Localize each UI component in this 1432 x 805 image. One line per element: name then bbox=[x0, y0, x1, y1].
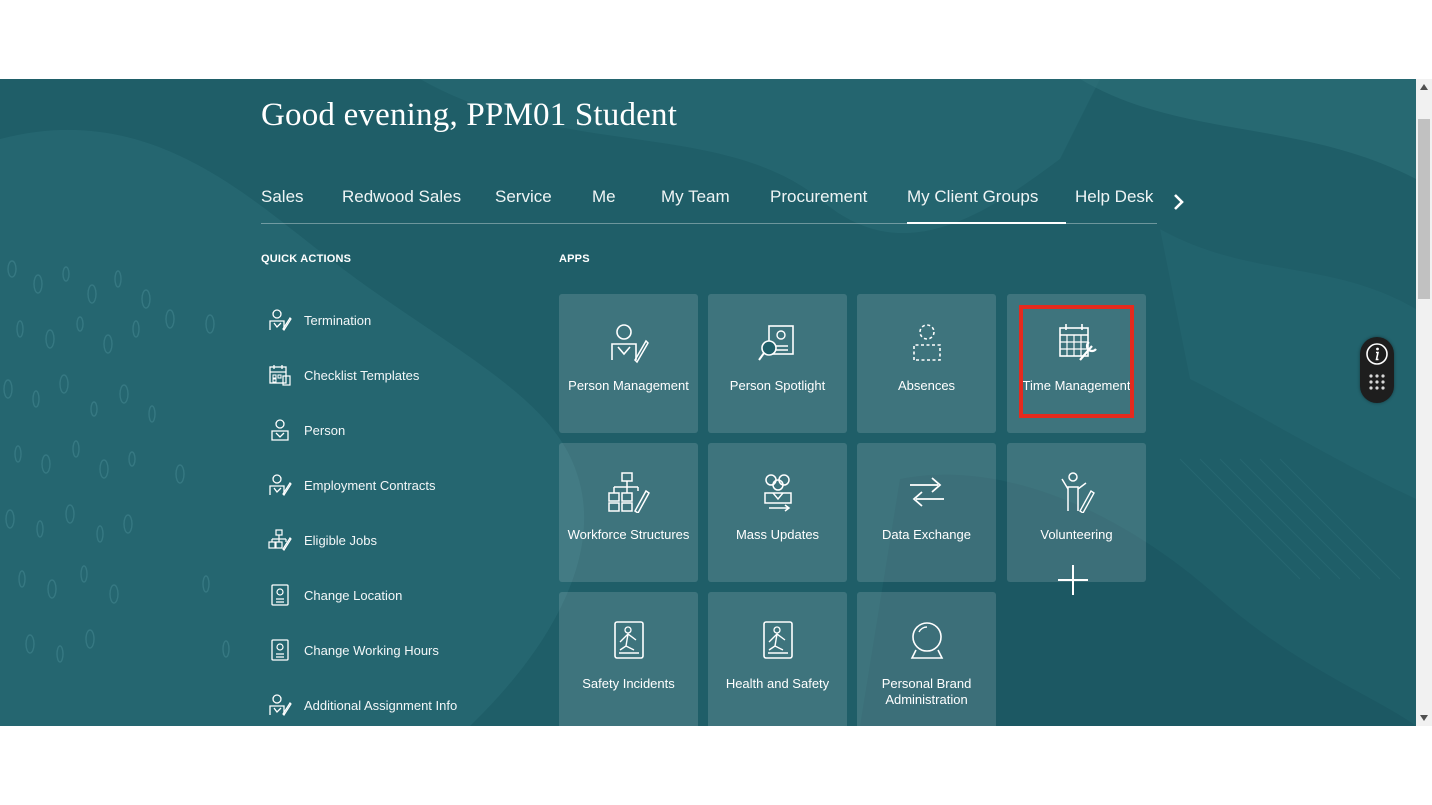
tab-procurement[interactable]: Procurement bbox=[770, 187, 867, 222]
tab-sales[interactable]: Sales bbox=[261, 187, 304, 222]
helper-widget[interactable] bbox=[1360, 337, 1394, 403]
tab-help-desk[interactable]: Help Desk bbox=[1075, 187, 1153, 222]
person-edit-icon bbox=[269, 694, 292, 716]
app-tile-safety-incidents[interactable]: Safety Incidents bbox=[559, 592, 698, 731]
springboard-nav: Sales Redwood Sales Service Me My Team P… bbox=[261, 183, 1157, 224]
plus-icon[interactable] bbox=[1007, 513, 1146, 652]
scrollbar-thumb[interactable] bbox=[1418, 119, 1430, 299]
id-card-icon bbox=[271, 639, 289, 661]
calendar-wrench-icon bbox=[1059, 324, 1097, 361]
quick-action-label: Change Location bbox=[304, 587, 403, 603]
exchange-arrows-icon bbox=[910, 477, 944, 507]
safety-incident-icon bbox=[614, 621, 644, 659]
quick-action-label: Termination bbox=[304, 312, 372, 328]
app-tile-label: Time Management bbox=[1022, 378, 1131, 393]
quick-action-label: Change Working Hours bbox=[304, 642, 439, 658]
quick-action-change-working-hours[interactable]: Change Working Hours bbox=[268, 636, 439, 664]
scroll-down-icon[interactable] bbox=[1420, 715, 1428, 721]
tab-service[interactable]: Service bbox=[495, 187, 552, 222]
page-greeting: Good evening, PPM01 Student bbox=[261, 97, 678, 133]
quick-action-eligible-jobs[interactable]: Eligible Jobs bbox=[268, 526, 377, 554]
app-tile-label: Workforce Structures bbox=[567, 527, 690, 542]
page-scrollbar[interactable] bbox=[1416, 79, 1432, 726]
person-edit-icon bbox=[269, 309, 292, 331]
quick-action-employment-contracts[interactable]: Employment Contracts bbox=[268, 471, 436, 499]
person-spotlight-icon bbox=[758, 325, 794, 361]
app-tile-person-management[interactable]: Person Management bbox=[559, 294, 698, 433]
chevron-right-icon[interactable] bbox=[1170, 191, 1188, 213]
health-safety-icon bbox=[763, 621, 793, 659]
org-chart-edit-icon bbox=[608, 472, 650, 513]
app-tile-data-exchange[interactable]: Data Exchange bbox=[857, 443, 996, 582]
grid-dots-icon[interactable] bbox=[1368, 373, 1386, 391]
quick-action-termination[interactable]: Termination bbox=[268, 306, 371, 334]
quick-action-label: Eligible Jobs bbox=[304, 532, 377, 548]
app-tile-label: Mass Updates bbox=[735, 527, 820, 542]
app-tile-label: Safety Incidents bbox=[582, 676, 675, 691]
tab-my-team[interactable]: My Team bbox=[661, 187, 730, 222]
scroll-up-icon[interactable] bbox=[1420, 84, 1428, 90]
app-tile-label: Data Exchange bbox=[882, 527, 971, 542]
app-tile-label: Health and Safety bbox=[725, 676, 830, 691]
app-tile-label: Personal Brand Administration bbox=[881, 676, 972, 707]
volunteer-icon bbox=[1061, 472, 1095, 513]
quick-action-checklist-templates[interactable]: Checklist Templates bbox=[268, 361, 419, 389]
quick-action-person[interactable]: Person bbox=[268, 416, 345, 444]
app-tile-mass-updates[interactable]: Mass Updates bbox=[708, 443, 847, 582]
org-edit-icon bbox=[268, 529, 292, 551]
info-icon[interactable] bbox=[1365, 342, 1389, 366]
tab-redwood-sales[interactable]: Redwood Sales bbox=[342, 187, 461, 222]
person-edit-icon bbox=[269, 474, 292, 496]
id-card-icon bbox=[271, 584, 289, 606]
app-tile-workforce-structures[interactable]: Workforce Structures bbox=[559, 443, 698, 582]
quick-action-change-location[interactable]: Change Location bbox=[268, 581, 402, 609]
group-update-icon bbox=[764, 474, 792, 512]
app-tile-absences[interactable]: Absences bbox=[857, 294, 996, 433]
absent-person-icon bbox=[913, 324, 941, 361]
quick-action-label: Additional Assignment Info bbox=[304, 697, 458, 713]
tab-my-client-groups[interactable]: My Client Groups bbox=[907, 187, 1067, 224]
quick-action-label: Checklist Templates bbox=[304, 367, 420, 383]
tab-me[interactable]: Me bbox=[592, 187, 616, 222]
quick-action-label: Employment Contracts bbox=[304, 477, 436, 493]
person-edit-icon bbox=[611, 324, 649, 364]
quick-actions-heading: QUICK ACTIONS bbox=[261, 253, 352, 265]
app-tile-label: Absences bbox=[897, 378, 956, 393]
quick-action-label: Person bbox=[304, 422, 346, 438]
apps-heading: APPS bbox=[559, 253, 590, 265]
calendar-checklist-icon bbox=[269, 365, 291, 386]
app-tile-personal-brand-administration[interactable]: Personal Brand Administration bbox=[857, 592, 996, 731]
person-badge-icon bbox=[271, 419, 289, 441]
app-tile-label: Person Spotlight bbox=[729, 378, 826, 393]
app-tile-time-management[interactable]: Time Management bbox=[1007, 294, 1146, 433]
app-tile-person-spotlight[interactable]: Person Spotlight bbox=[708, 294, 847, 433]
app-tile-health-and-safety[interactable]: Health and Safety bbox=[708, 592, 847, 731]
crystal-ball-icon bbox=[910, 622, 944, 659]
app-tile-label: Person Management bbox=[568, 378, 689, 393]
quick-action-additional-assignment-info[interactable]: Additional Assignment Info bbox=[268, 691, 457, 719]
